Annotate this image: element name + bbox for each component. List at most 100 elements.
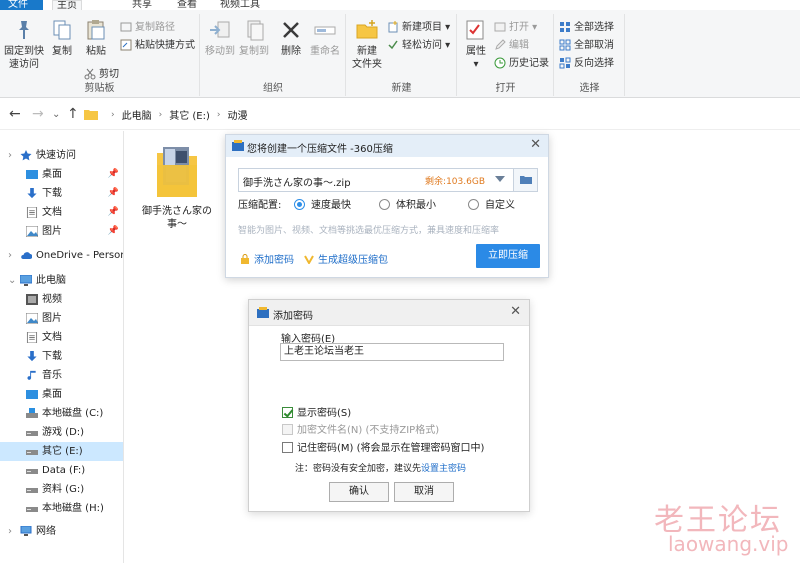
tab-home[interactable]: 主页 xyxy=(52,0,82,10)
properties-button[interactable]: 属性 ▾ xyxy=(462,18,490,71)
tab-share[interactable]: 共享 xyxy=(124,0,160,10)
delete-x-icon xyxy=(283,22,299,38)
sidebar-item-videos[interactable]: 视频 xyxy=(0,290,123,309)
new-item-button[interactable]: 新建项目 ▾ xyxy=(387,20,450,35)
show-password-checkbox[interactable]: 显示密码(S) xyxy=(282,407,351,420)
radio-icon[interactable] xyxy=(468,199,479,210)
pictures-icon xyxy=(26,226,38,237)
back-arrow-icon[interactable]: ← xyxy=(9,106,21,122)
folder-item[interactable]: 御手洗さん家の 事～ xyxy=(140,145,214,231)
sidebar-item-desktop[interactable]: 桌面 📌 xyxy=(0,165,123,184)
archive-filename[interactable]: 御手洗さん家の事～.zip xyxy=(243,174,351,189)
dropdown-arrow-icon[interactable] xyxy=(495,176,505,182)
easy-access-button[interactable]: 轻松访问 ▾ xyxy=(387,38,450,53)
compress-now-button[interactable]: 立即压缩 xyxy=(476,244,540,268)
copy-button[interactable]: 复制 xyxy=(48,18,76,58)
organize-group: 移动到 复制到 删除 重命名 组织 xyxy=(201,14,346,96)
recent-chevron-icon[interactable]: ⌄ xyxy=(52,109,60,120)
sidebar-item-drive-e[interactable]: 其它 (E:) xyxy=(0,442,123,461)
browse-folder-button[interactable] xyxy=(513,169,537,191)
select-none-button[interactable]: 全部取消 xyxy=(559,38,614,53)
invert-selection-button[interactable]: 反向选择 xyxy=(559,56,614,71)
option-custom[interactable]: 自定义 xyxy=(468,199,515,213)
select-all-button[interactable]: 全部选择 xyxy=(559,20,614,35)
sidebar-item-this-pc[interactable]: ⌄ 此电脑 xyxy=(0,271,123,290)
rename-button[interactable]: 重命名 xyxy=(309,18,341,58)
radio-icon[interactable] xyxy=(379,199,390,210)
copy-path-button[interactable]: 复制路径 xyxy=(120,20,175,35)
checkbox-icon[interactable] xyxy=(282,442,293,453)
breadcrumb-drive[interactable]: 其它 (E:) xyxy=(169,107,210,122)
desktop-icon xyxy=(26,170,38,179)
option-smallest[interactable]: 体积最小 xyxy=(379,199,436,213)
select-all-icon xyxy=(560,22,570,32)
copy-icon xyxy=(53,20,71,40)
move-to-button[interactable]: 移动到 xyxy=(205,18,235,58)
ok-button[interactable]: 确认 xyxy=(329,482,389,502)
pin-icon[interactable]: 📌 xyxy=(108,184,119,203)
sidebar-item-pictures[interactable]: 图片 📌 xyxy=(0,222,123,241)
super-zip-link[interactable]: 生成超级压缩包 xyxy=(304,251,388,266)
sidebar-item-drive-d[interactable]: 游戏 (D:) xyxy=(0,423,123,442)
select-group-label: 选择 xyxy=(579,83,600,94)
option-fastest[interactable]: 速度最快 xyxy=(294,199,351,213)
forward-arrow-icon[interactable]: → xyxy=(32,106,44,122)
new-group: 新建 文件夹 新建项目 ▾ 轻松访问 ▾ 新建 xyxy=(347,14,457,96)
paste-shortcut-button[interactable]: 粘贴快捷方式 xyxy=(120,38,195,53)
config-label: 压缩配置: xyxy=(238,200,282,211)
history-button[interactable]: 历史记录 xyxy=(494,56,549,71)
tab-view[interactable]: 查看 xyxy=(169,0,205,10)
chevron-down-icon: ⌄ xyxy=(8,275,17,286)
edit-button[interactable]: 编辑 xyxy=(494,38,529,53)
open-button[interactable]: 打开 ▾ xyxy=(494,20,537,35)
pin-icon[interactable]: 📌 xyxy=(108,165,119,184)
sidebar-item-downloads-pc[interactable]: 下载 xyxy=(0,347,123,366)
archive-path-combo[interactable]: 御手洗さん家の事～.zip 剩余:103.6GB xyxy=(238,168,538,192)
radio-checked-icon[interactable] xyxy=(294,199,305,210)
copy-to-button[interactable]: 复制到 xyxy=(239,18,269,58)
breadcrumb[interactable]: › 此电脑 › 其它 (E:) › 动漫 xyxy=(84,107,248,122)
sidebar-item-drive-f[interactable]: Data (F:) xyxy=(0,461,123,480)
cancel-button[interactable]: 取消 xyxy=(394,482,454,502)
ribbon-tabs: 文件 主页 共享 查看 视频工具 xyxy=(0,0,800,10)
add-password-link[interactable]: 添加密码 xyxy=(240,251,294,266)
set-master-password-link[interactable]: 设置主密码 xyxy=(421,464,466,474)
organize-group-label: 组织 xyxy=(263,83,283,94)
delete-button[interactable]: 删除 xyxy=(279,18,303,58)
sidebar-item-drive-h[interactable]: 本地磁盘 (H:) xyxy=(0,499,123,518)
tab-video-tools[interactable]: 视频工具 xyxy=(212,0,268,10)
sidebar-item-pictures-pc[interactable]: 图片 xyxy=(0,309,123,328)
sidebar-item-music[interactable]: 音乐 xyxy=(0,366,123,385)
close-icon[interactable]: ✕ xyxy=(530,137,541,152)
paste-button[interactable]: 粘贴 xyxy=(82,18,110,58)
checkbox-icon[interactable] xyxy=(282,424,293,435)
sidebar-item-quick-access[interactable]: › 快速访问 xyxy=(0,146,123,165)
up-arrow-icon[interactable]: ↑ xyxy=(67,106,79,122)
sidebar-item-documents[interactable]: 文档 📌 xyxy=(0,203,123,222)
pin-quick-access-button[interactable]: 固定到快 速访问 xyxy=(4,18,44,71)
sidebar-item-drive-g[interactable]: 资料 (G:) xyxy=(0,480,123,499)
checkbox-checked-icon[interactable] xyxy=(282,407,293,418)
sidebar-item-documents-pc[interactable]: 文档 xyxy=(0,328,123,347)
clipboard-group-label: 剪贴板 xyxy=(84,83,115,94)
watermark-url: laowang.vip xyxy=(668,532,789,556)
sidebar-item-onedrive[interactable]: › OneDrive - Persona xyxy=(0,246,123,265)
encrypt-filenames-checkbox[interactable]: 加密文件名(N) (不支持ZIP格式) xyxy=(282,424,439,437)
breadcrumb-folder[interactable]: 动漫 xyxy=(228,107,248,122)
pin-icon[interactable]: 📌 xyxy=(108,203,119,222)
sidebar-item-network[interactable]: › 网络 xyxy=(0,522,123,541)
select-none-icon xyxy=(559,39,571,51)
sidebar-item-drive-c[interactable]: 本地磁盘 (C:) xyxy=(0,404,123,423)
breadcrumb-pc[interactable]: 此电脑 xyxy=(122,107,152,122)
password-input[interactable]: 上老王论坛当老王 xyxy=(280,343,504,361)
tab-file[interactable]: 文件 xyxy=(0,0,43,10)
close-icon[interactable]: ✕ xyxy=(510,304,521,319)
sidebar-item-downloads[interactable]: 下载 📌 xyxy=(0,184,123,203)
new-folder-button[interactable]: 新建 文件夹 xyxy=(351,18,383,71)
remember-password-checkbox[interactable]: 记住密码(M) (将会显示在管理密码窗口中) xyxy=(282,442,484,455)
sidebar-item-desktop-pc[interactable]: 桌面 xyxy=(0,385,123,404)
compress-dialog-title: 您将创建一个压缩文件 -360压缩 xyxy=(247,144,393,155)
pin-icon[interactable]: 📌 xyxy=(108,222,119,241)
copy-to-icon xyxy=(247,20,264,41)
rename-icon xyxy=(314,26,336,35)
